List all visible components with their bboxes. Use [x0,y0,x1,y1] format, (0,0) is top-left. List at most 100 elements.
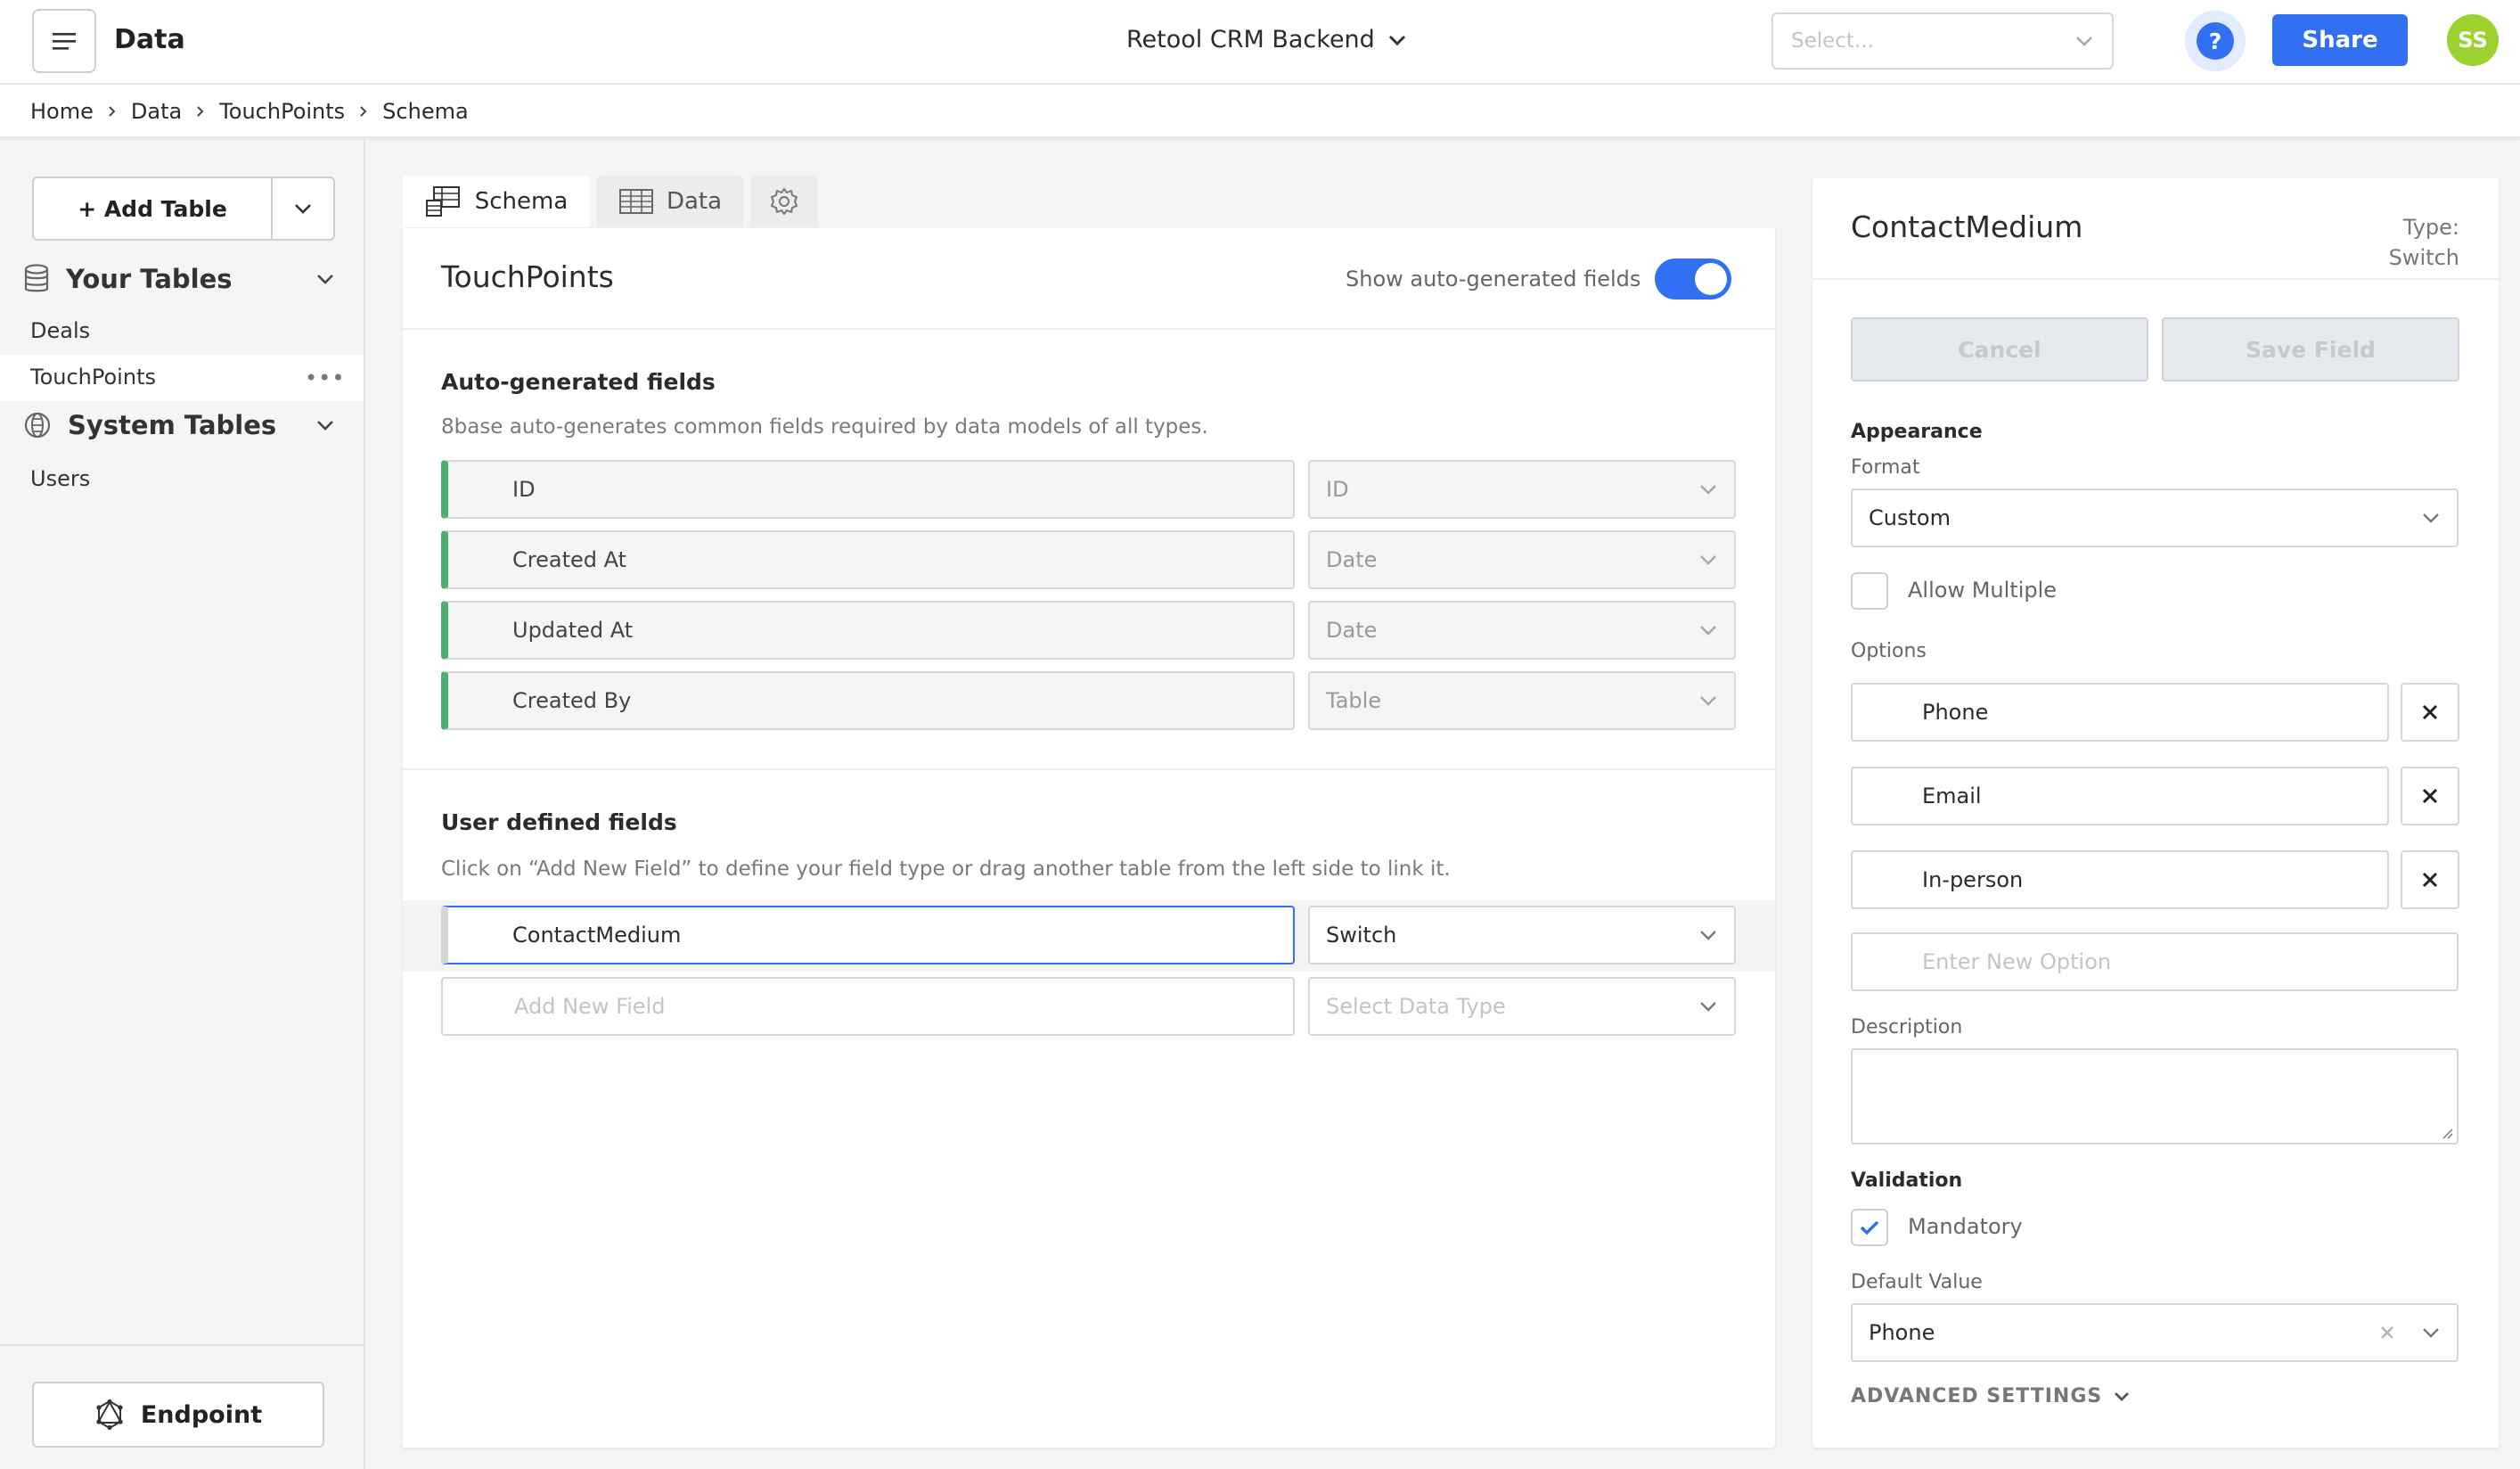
add-table-button[interactable]: + Add Table [34,178,273,239]
field-panel-title: ContactMedium [1851,209,2083,244]
hamburger-icon [53,33,76,50]
type-value: ID [1326,477,1349,502]
toggle-label: Show auto-generated fields [1346,267,1641,291]
close-icon [2422,788,2438,804]
field-panel-type: Type: Switch [2388,215,2459,270]
tab-schema[interactable]: Schema [403,176,590,227]
sidebar-item-touchpoints[interactable]: TouchPoints [30,362,156,392]
user-field-contactmedium[interactable]: ContactMedium [441,906,1295,964]
chevron-right-icon [109,106,116,117]
system-tables-header[interactable]: System Tables [23,410,335,440]
mandatory-checkbox[interactable] [1851,1209,1888,1246]
cancel-button[interactable]: Cancel [1851,317,2148,382]
select-data-type[interactable]: Select Data Type [1308,977,1736,1036]
chevron-down-icon [317,421,333,431]
menu-button[interactable] [32,9,96,73]
user-section-title: User defined fields [441,809,677,835]
tab-settings[interactable] [750,176,818,227]
type-value: Switch [1326,923,1397,948]
chevron-down-icon [2423,513,2439,523]
appearance-title: Appearance [1851,421,1983,443]
resource-picker[interactable]: Retool CRM Backend [1126,20,1407,61]
your-tables-header[interactable]: Your Tables [23,264,335,294]
close-icon [2422,704,2438,720]
format-select[interactable]: Custom [1851,488,2459,547]
chevron-down-icon [1700,931,1716,940]
add-table-dropdown[interactable] [273,178,333,239]
description-textarea[interactable] [1851,1048,2459,1145]
validation-title: Validation [1851,1169,1963,1192]
breadcrumb-home[interactable]: Home [30,96,94,127]
chevron-down-icon [1700,626,1716,636]
tab-schema-label: Schema [474,188,569,215]
chevron-right-icon [360,106,367,117]
default-value-label: Default Value [1851,1271,1983,1293]
auto-field-created-at: Created At [441,530,1295,589]
breadcrumb-schema: Schema [382,99,469,124]
auto-fields-toggle[interactable] [1655,259,1732,300]
panel-divider [1812,278,2499,280]
auto-type-id: ID [1308,460,1736,519]
auto-type-created-by: Table [1308,671,1736,730]
mandatory-label: Mandatory [1908,1214,2023,1239]
auto-field-id: ID [441,460,1295,519]
option-in-person[interactable]: In-person [1851,850,2389,909]
section-divider [403,768,1775,770]
chevron-down-icon [2076,37,2092,46]
chevron-down-icon [295,204,311,214]
description-label: Description [1851,1016,1963,1038]
app-title: Data [114,24,185,55]
sidebar-item-deals[interactable]: Deals [30,316,90,346]
allow-multiple-checkbox[interactable] [1851,572,1888,610]
clear-icon[interactable] [2380,1325,2394,1340]
type-value: Table [1326,688,1382,713]
breadcrumb-touchpoints[interactable]: TouchPoints [219,96,345,127]
sidebar-divider [0,1344,364,1346]
toggle-knob [1695,263,1728,295]
table-title: TouchPoints [441,259,614,294]
type-value: Date [1326,618,1378,643]
option-phone[interactable]: Phone [1851,683,2389,742]
new-option-input[interactable]: Enter New Option [1851,932,2459,991]
avatar[interactable]: SS [2447,14,2499,66]
default-value-select[interactable]: Phone [1851,1303,2459,1362]
advanced-settings-label: ADVANCED SETTINGS [1851,1385,2103,1407]
type-placeholder: Select Data Type [1326,994,1506,1019]
top-select[interactable]: Select... [1771,12,2114,70]
help-button[interactable]: ? [2185,11,2246,71]
user-type-contactmedium[interactable]: Switch [1308,906,1736,964]
endpoint-button[interactable]: Endpoint [32,1382,324,1448]
remove-option-button[interactable] [2401,767,2459,825]
check-icon [1860,1220,1879,1235]
breadcrumb-data[interactable]: Data [131,96,182,127]
sidebar-item-users[interactable]: Users [30,464,90,494]
auto-type-created-at: Date [1308,530,1736,589]
advanced-settings-toggle[interactable]: ADVANCED SETTINGS [1851,1385,2131,1407]
breadcrumb: Home Data TouchPoints Schema [30,96,469,127]
format-label: Format [1851,456,1920,479]
top-select-placeholder: Select... [1791,29,1874,53]
save-field-button[interactable]: Save Field [2162,317,2459,382]
more-options-icon[interactable]: ••• [305,365,345,390]
type-value: Date [1326,547,1378,572]
chevron-down-icon [1700,1002,1716,1012]
add-table-split-button: + Add Table [32,176,335,241]
remove-option-button[interactable] [2401,683,2459,742]
resize-handle-icon[interactable] [2441,1127,2453,1139]
auto-type-updated-at: Date [1308,601,1736,660]
system-tables-icon [24,412,51,439]
add-new-field-input[interactable]: Add New Field [441,977,1295,1036]
remove-option-button[interactable] [2401,850,2459,909]
chevron-right-icon [197,106,204,117]
auto-section-title: Auto-generated fields [441,369,716,395]
chevron-down-icon [1700,555,1716,565]
tab-data[interactable]: Data [597,176,743,227]
option-email[interactable]: Email [1851,767,2389,825]
chevron-down-icon [2115,1391,2130,1401]
auto-field-created-by: Created By [441,671,1295,730]
auto-fields-toggle-row: Show auto-generated fields [1346,259,1732,300]
tab-data-label: Data [666,188,723,215]
gear-icon [771,188,798,215]
share-button[interactable]: Share [2272,14,2408,66]
table-icon [618,189,653,214]
